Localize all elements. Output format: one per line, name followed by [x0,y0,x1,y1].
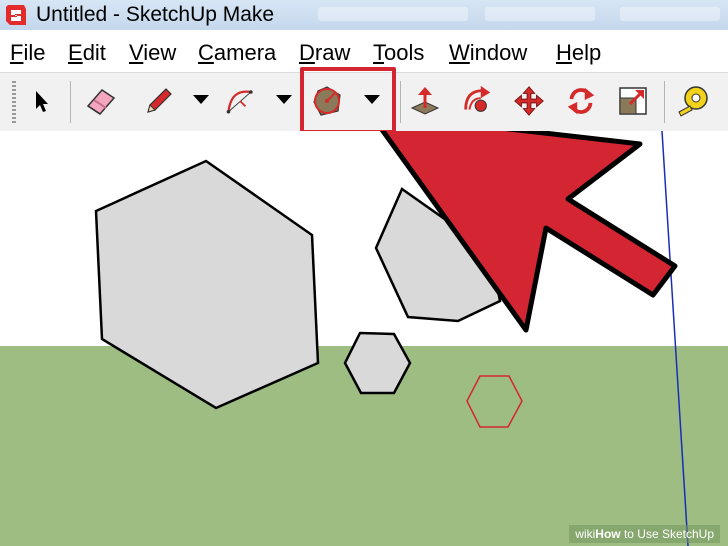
push-pull-tool-button[interactable] [408,83,442,119]
blurred-tab [485,7,595,21]
watermark: wikiHow to Use SketchUp [569,525,720,543]
title-bar: Untitled - SketchUp Make [0,0,728,30]
toolbar-grip[interactable] [12,81,16,123]
drawing-viewport[interactable] [0,131,728,546]
pencil-icon [147,88,172,113]
move-icon [514,86,544,116]
polygon-tool-highlight [300,67,396,134]
pencil-dropdown-arrow[interactable] [193,95,209,104]
rotate-tool-button[interactable] [564,83,598,119]
rotate-icon [567,87,595,115]
menu-view[interactable]: View [129,38,176,68]
menu-draw[interactable]: Draw [299,38,350,68]
window-title: Untitled - SketchUp Make [36,3,275,26]
menu-window[interactable]: Window [449,38,527,68]
toolbar-separator [70,81,71,123]
menu-camera[interactable]: Camera [198,38,276,68]
eraser-tool-button[interactable] [84,83,118,119]
sketchup-logo-icon [6,5,26,25]
eraser-icon [86,89,116,115]
arc-dropdown-arrow[interactable] [276,95,292,104]
follow-me-icon [464,85,491,112]
arc-tool-button[interactable] [224,83,258,119]
menu-tools[interactable]: Tools [373,38,424,68]
follow-me-tool-button[interactable] [460,83,494,119]
toolbar-separator [400,81,401,123]
scale-icon [619,87,647,115]
select-icon [36,91,48,112]
push-pull-icon [410,87,440,115]
pencil-tool-button[interactable] [142,83,176,119]
menu-help[interactable]: Help [556,38,601,68]
blurred-tab [318,7,468,21]
select-tool-button[interactable] [24,83,58,119]
tape-measure-tool-button[interactable] [676,83,710,119]
scale-tool-button[interactable] [616,83,650,119]
menu-edit[interactable]: Edit [68,38,106,68]
toolbar-separator [664,81,665,123]
move-tool-button[interactable] [512,83,546,119]
menu-file[interactable]: File [10,38,45,68]
arc-icon [226,90,253,114]
tape-measure-icon [678,86,708,117]
blurred-tab [620,7,720,21]
